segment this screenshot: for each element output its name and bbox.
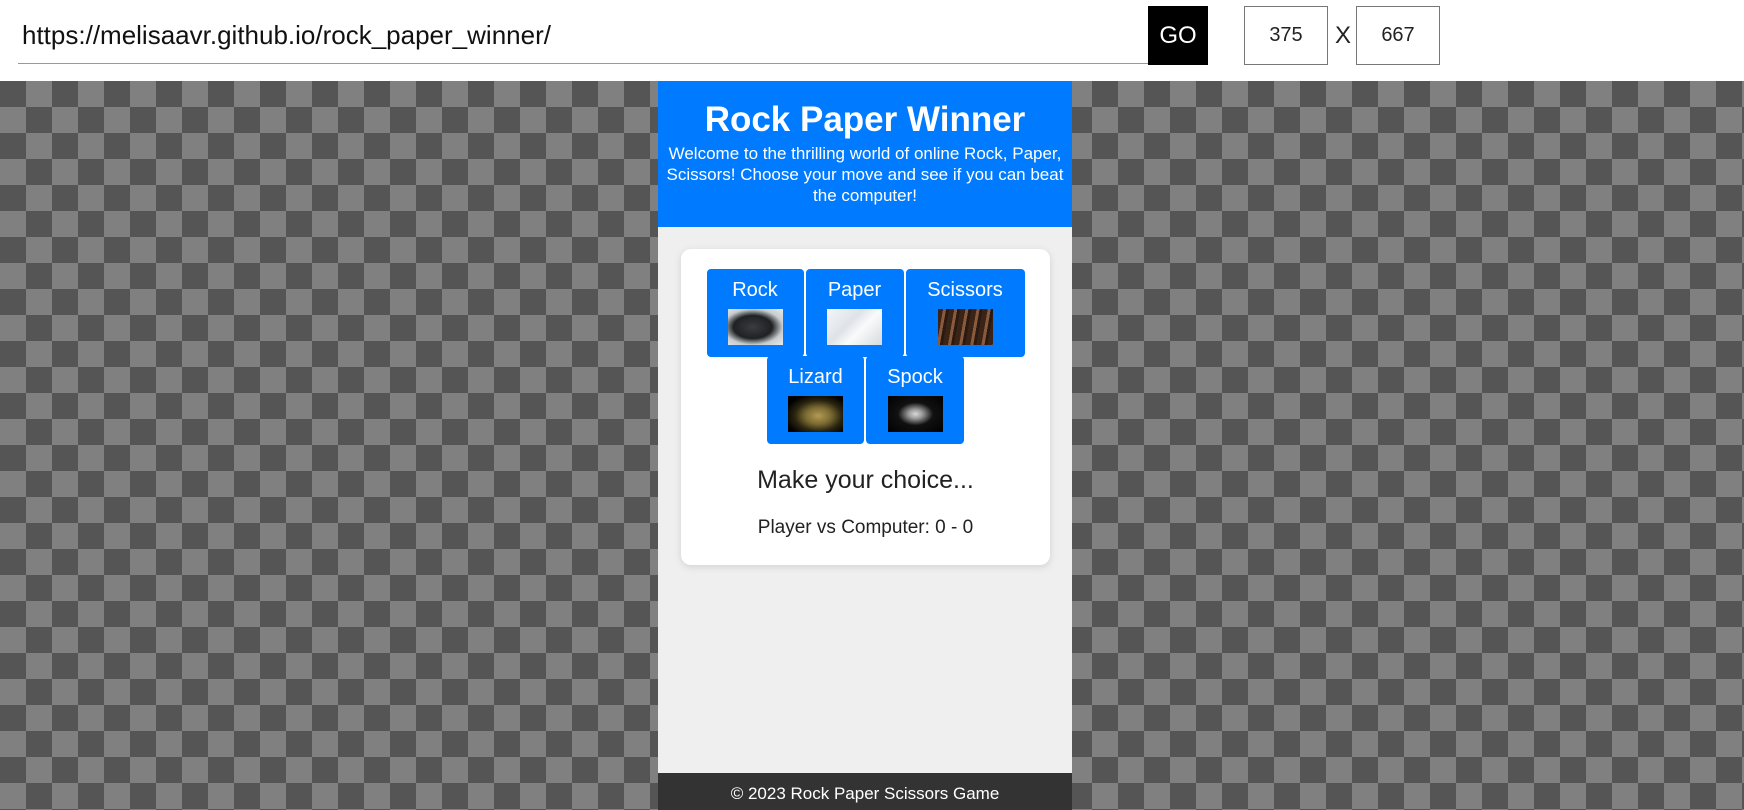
- paper-image: [827, 309, 882, 345]
- lizard-image: [788, 396, 843, 432]
- rock-button[interactable]: Rock: [706, 269, 804, 357]
- paper-button[interactable]: Paper: [805, 269, 904, 357]
- viewport-width-input[interactable]: [1244, 6, 1328, 65]
- spock-hand-image: [887, 396, 943, 432]
- site-title: Rock Paper Winner: [704, 100, 1026, 139]
- dimension-separator: X: [1335, 22, 1352, 49]
- lizard-button[interactable]: Lizard: [767, 356, 864, 444]
- choice-buttons: Rock Paper Scissors Lizard Spock: [681, 269, 1050, 444]
- site-intro-text: Welcome to the thrilling world of online…: [666, 144, 1064, 205]
- lizard-label: Lizard: [788, 366, 843, 388]
- footer-copyright: © 2023 Rock Paper Scissors Game: [730, 784, 1000, 803]
- choice-row-1: Rock Paper Scissors: [681, 269, 1050, 357]
- rock-image: [727, 309, 783, 345]
- score-display: Player vs Computer: 0 - 0: [757, 517, 974, 538]
- paper-label: Paper: [827, 279, 882, 301]
- scissors-image: [937, 309, 993, 345]
- result-status: Make your choice...: [757, 466, 974, 494]
- scissors-label: Scissors: [927, 279, 1003, 301]
- phone-viewport: Rock Paper Winner Welcome to the thrilli…: [658, 81, 1072, 810]
- scissors-button[interactable]: Scissors: [905, 269, 1025, 357]
- site-footer: © 2023 Rock Paper Scissors Game: [658, 773, 1072, 810]
- spock-label: Spock: [887, 366, 943, 388]
- checkerboard-backdrop: Rock Paper Winner Welcome to the thrilli…: [0, 81, 1744, 810]
- spock-button[interactable]: Spock: [866, 356, 964, 444]
- game-card: Rock Paper Scissors Lizard Spock Make yo…: [681, 249, 1050, 565]
- viewport-height-input[interactable]: [1356, 6, 1440, 65]
- url-input[interactable]: [18, 8, 1148, 64]
- go-button[interactable]: GO: [1148, 6, 1208, 65]
- responsive-toolbar: GO X: [0, 0, 1744, 80]
- site-header: Rock Paper Winner Welcome to the thrilli…: [658, 81, 1072, 227]
- rock-label: Rock: [732, 279, 778, 301]
- choice-row-2: Lizard Spock: [681, 356, 1050, 444]
